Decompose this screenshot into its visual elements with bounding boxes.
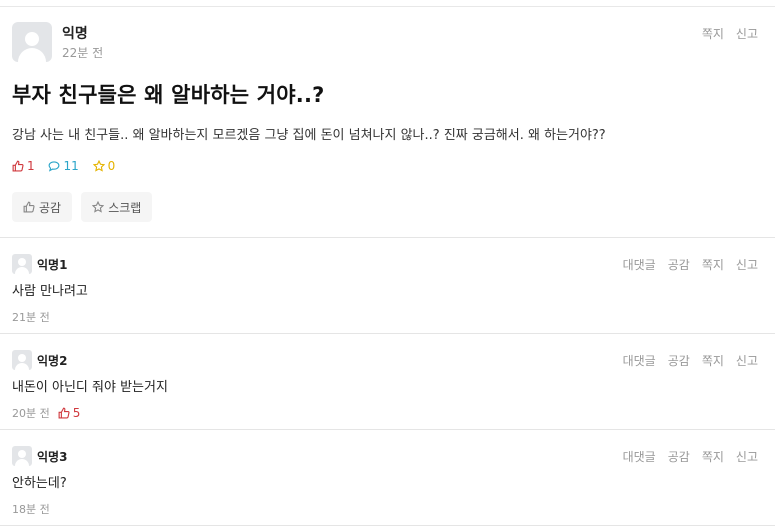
comment-actions: 대댓글 공감 쪽지 신고 bbox=[611, 448, 758, 465]
comment-count: 11 bbox=[48, 159, 79, 173]
like-button-label: 공감 bbox=[39, 200, 62, 215]
speech-bubble-icon bbox=[49, 161, 60, 172]
comment-actions: 대댓글 공감 쪽지 신고 bbox=[611, 256, 758, 273]
avatar-person-icon bbox=[12, 22, 52, 62]
comment-author: 익명3 bbox=[37, 450, 68, 464]
like-count: 1 bbox=[12, 159, 35, 173]
message-link[interactable]: 쪽지 bbox=[702, 354, 724, 368]
thumbs-up-icon bbox=[58, 407, 70, 419]
comment-item: 익명3 대댓글 공감 쪽지 신고 안하는데? 18분 전 bbox=[0, 430, 775, 525]
comment-like-value: 5 bbox=[72, 406, 81, 420]
comment-meta: 21분 전 bbox=[12, 309, 50, 325]
comment-time: 18분 전 bbox=[12, 503, 50, 516]
scrap-button[interactable]: 스크랩 bbox=[81, 192, 153, 222]
comment-item: 익명1 대댓글 공감 쪽지 신고 사람 만나려고 21분 전 bbox=[0, 238, 775, 333]
like-button[interactable]: 공감 bbox=[12, 192, 73, 222]
comment-time: 21분 전 bbox=[12, 311, 50, 324]
message-link[interactable]: 쪽지 bbox=[702, 258, 724, 272]
thumbs-up-icon bbox=[23, 201, 35, 213]
report-link[interactable]: 신고 bbox=[736, 354, 758, 368]
reply-link[interactable]: 대댓글 bbox=[623, 354, 656, 368]
message-link[interactable]: 쪽지 bbox=[702, 27, 724, 41]
report-link[interactable]: 신고 bbox=[736, 258, 758, 272]
post-time: 22분 전 bbox=[62, 46, 104, 60]
comment-text: 내돈이 아닌디 줘야 받는거지 bbox=[12, 380, 168, 395]
comment-meta: 18분 전 bbox=[12, 501, 50, 517]
comment-count-value: 11 bbox=[63, 159, 79, 173]
post-content: 강남 사는 내 친구들.. 왜 알바하는지 모르겠음 그냥 집에 돈이 넘쳐나지… bbox=[12, 128, 606, 143]
thumbs-up-icon bbox=[12, 160, 24, 172]
post-buttons: 공감 스크랩 bbox=[12, 192, 156, 222]
like-link[interactable]: 공감 bbox=[668, 258, 690, 272]
post: 익명 22분 전 쪽지 신고 부자 친구들은 왜 알바하는 거야..? 강남 사는… bbox=[0, 7, 775, 237]
post-author: 익명 bbox=[62, 26, 88, 42]
divider bbox=[0, 525, 775, 526]
comment-like-count: 5 bbox=[58, 406, 81, 420]
comment-text: 안하는데? bbox=[12, 476, 67, 491]
post-actions: 쪽지 신고 bbox=[690, 25, 758, 42]
scrap-count-value: 0 bbox=[107, 159, 116, 173]
star-icon bbox=[92, 160, 105, 172]
page: 익명 22분 전 쪽지 신고 부자 친구들은 왜 알바하는 거야..? 강남 사는… bbox=[0, 0, 775, 529]
like-count-value: 1 bbox=[27, 159, 35, 173]
report-link[interactable]: 신고 bbox=[736, 27, 758, 41]
avatar-person-icon bbox=[12, 446, 32, 466]
report-link[interactable]: 신고 bbox=[736, 450, 758, 464]
post-stats: 1 11 0 bbox=[12, 159, 125, 175]
comment-actions: 대댓글 공감 쪽지 신고 bbox=[611, 352, 758, 369]
avatar-person-icon bbox=[12, 350, 32, 370]
reply-link[interactable]: 대댓글 bbox=[623, 450, 656, 464]
star-icon bbox=[92, 201, 105, 213]
reply-link[interactable]: 대댓글 bbox=[623, 258, 656, 272]
comment-time: 20분 전 bbox=[12, 407, 50, 420]
comment-item: 익명2 대댓글 공감 쪽지 신고 내돈이 아닌디 줘야 받는거지 20분 전 5 bbox=[0, 334, 775, 429]
like-link[interactable]: 공감 bbox=[668, 450, 690, 464]
like-link[interactable]: 공감 bbox=[668, 354, 690, 368]
avatar-person-icon bbox=[12, 254, 32, 274]
comment-meta: 20분 전 5 bbox=[12, 405, 80, 421]
message-link[interactable]: 쪽지 bbox=[702, 450, 724, 464]
comment-author: 익명1 bbox=[37, 258, 68, 272]
comment-text: 사람 만나려고 bbox=[12, 284, 88, 299]
post-title: 부자 친구들은 왜 알바하는 거야..? bbox=[12, 83, 325, 107]
comment-author: 익명2 bbox=[37, 354, 68, 368]
scrap-button-label: 스크랩 bbox=[108, 200, 142, 215]
scrap-count: 0 bbox=[92, 159, 116, 173]
